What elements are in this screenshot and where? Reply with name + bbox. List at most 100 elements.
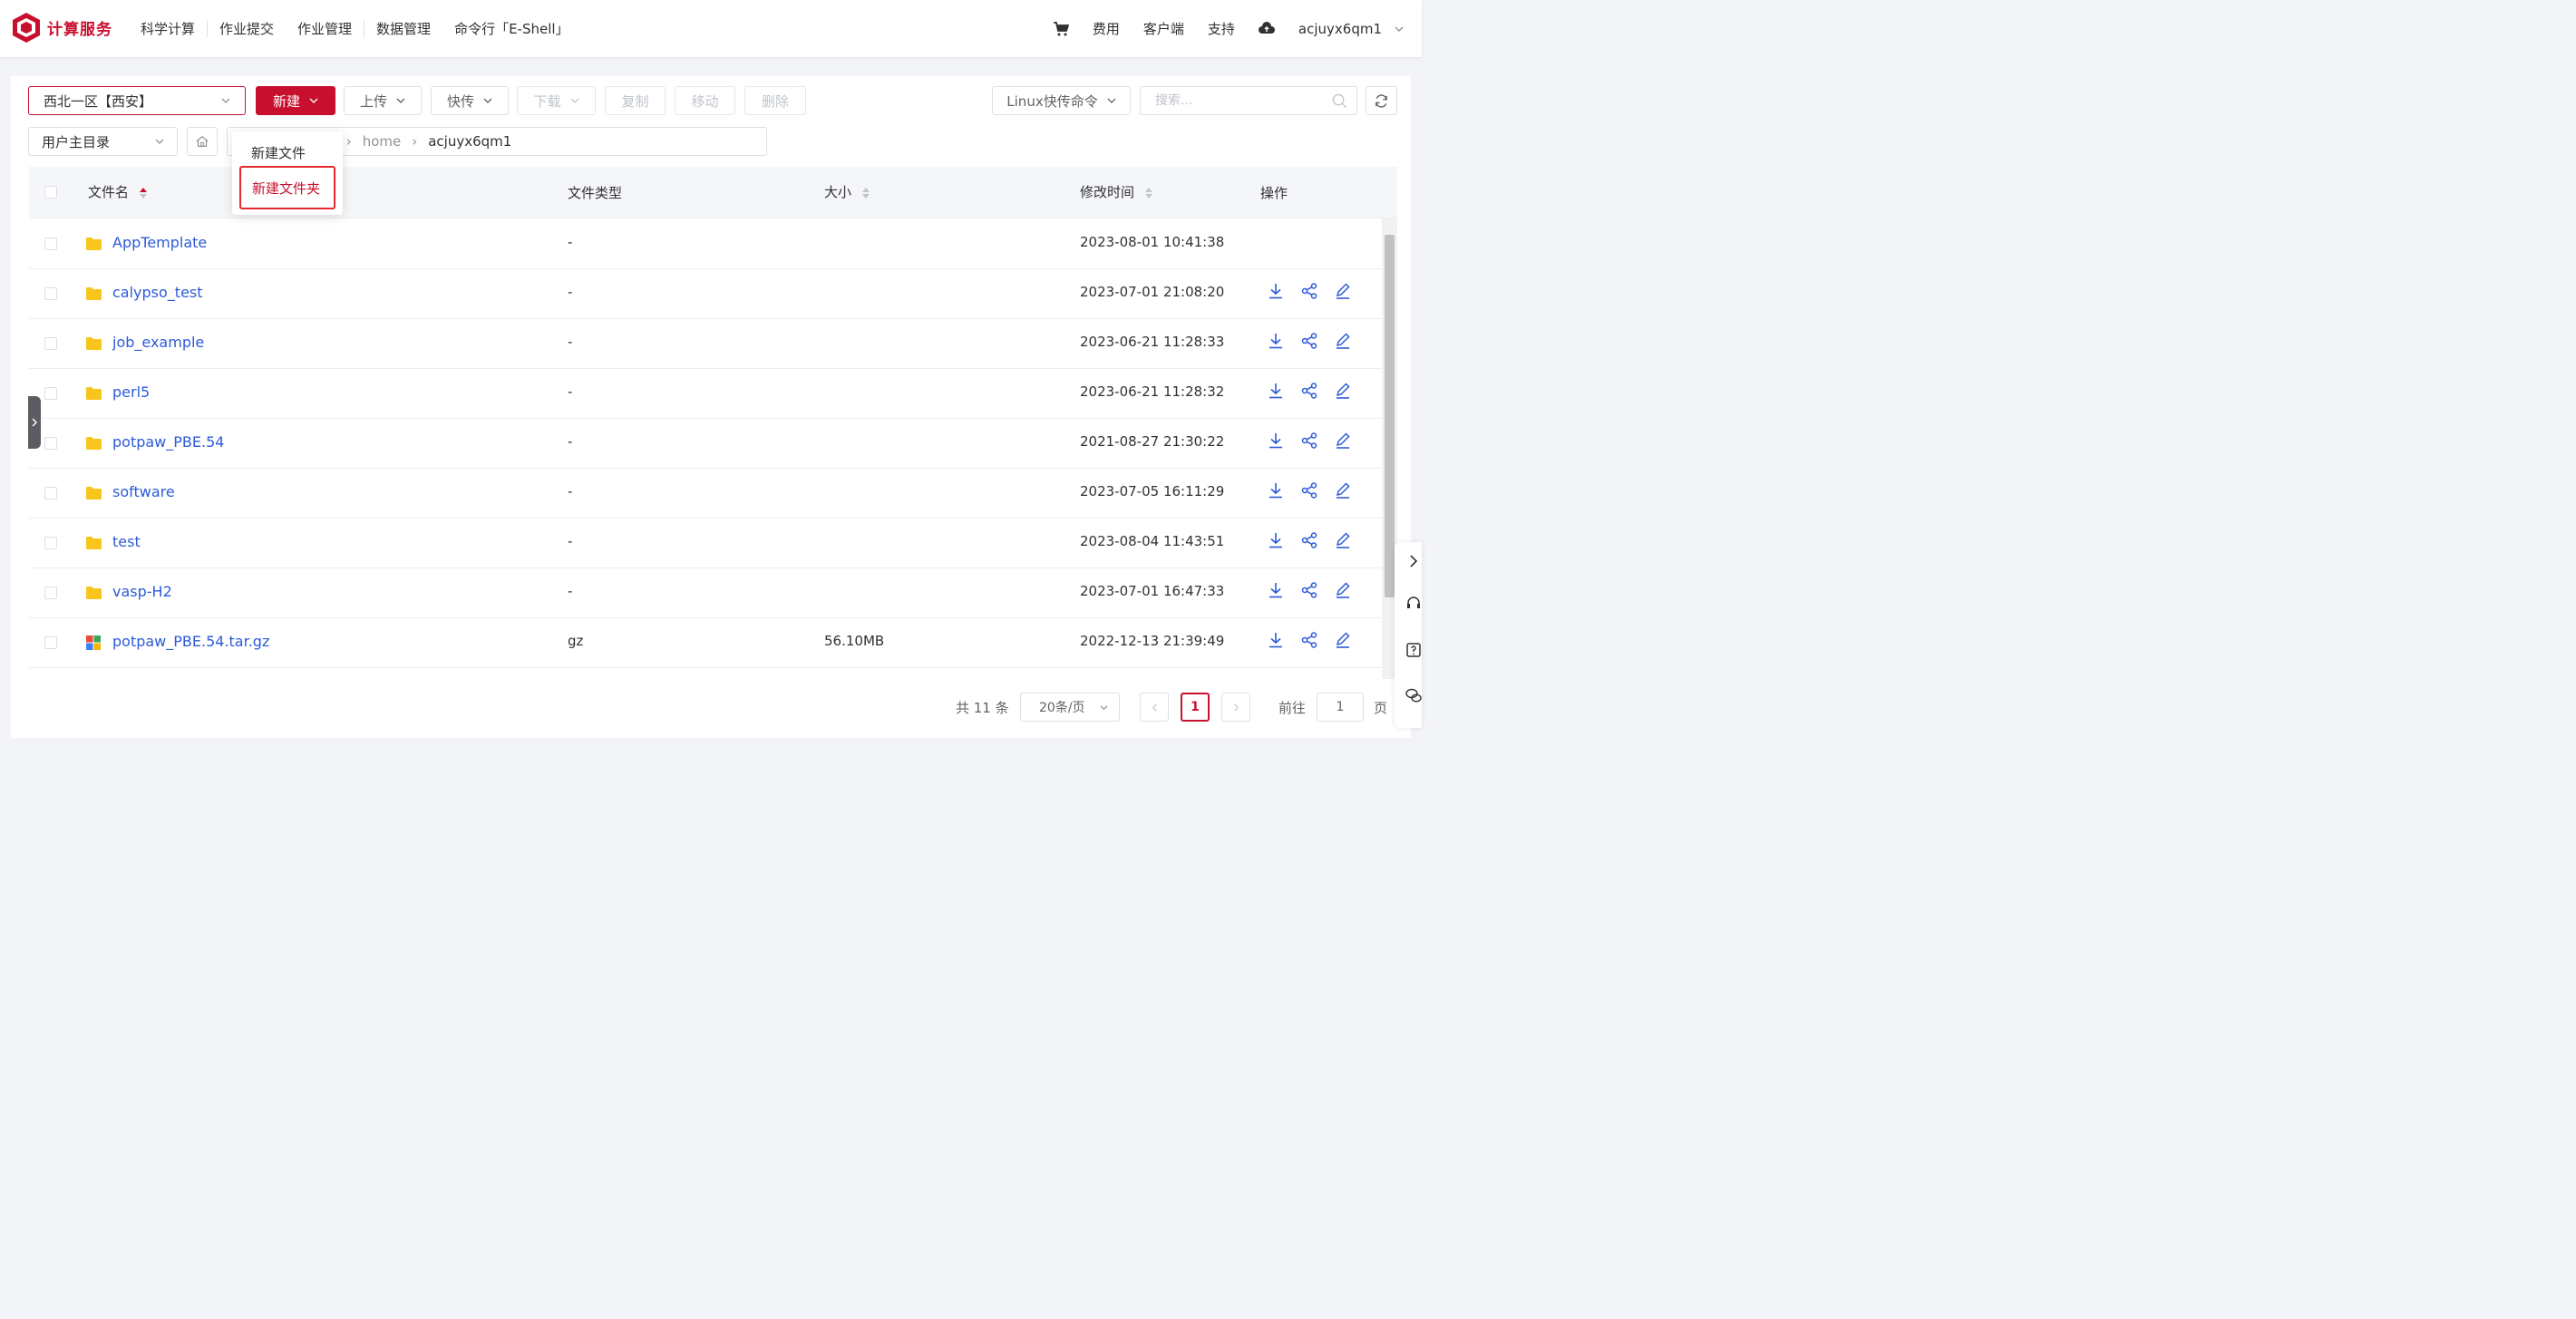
cart-icon[interactable] [1053,21,1069,37]
chevron-right-icon[interactable] [1405,553,1422,569]
download-icon[interactable] [1267,382,1285,400]
next-page-button[interactable] [1221,693,1250,722]
nav-item-eshell[interactable]: 命令行「E-Shell」 [442,19,580,38]
edit-icon[interactable] [1334,282,1352,300]
file-name-link[interactable]: job_example [112,334,204,351]
file-name-link[interactable]: software [112,483,175,500]
cloud-upload-icon[interactable] [1258,21,1275,37]
table-row[interactable]: calypso_test - 2023-07-01 21:08:20 [29,268,1383,319]
page-number-current[interactable]: 1 [1181,693,1210,722]
share-icon[interactable] [1300,282,1318,300]
share-icon[interactable] [1300,531,1318,549]
headset-icon[interactable] [1405,595,1422,611]
download-icon[interactable] [1267,631,1285,649]
edit-icon[interactable] [1334,432,1352,450]
column-header-size[interactable]: 大小 [824,182,870,201]
sidebar-toggle[interactable] [28,396,41,449]
chevron-down-icon[interactable] [1395,24,1404,34]
edit-icon[interactable] [1334,481,1352,499]
table-row[interactable]: job_example - 2023-06-21 11:28:33 [29,318,1383,369]
file-name-link[interactable]: vasp-H2 [112,583,172,600]
table-row[interactable]: potpaw_PBE.54 - 2021-08-27 21:30:22 [29,418,1383,469]
share-icon[interactable] [1300,481,1318,499]
table-row[interactable]: AppTemplate - 2023-08-01 10:41:38 [29,218,1383,269]
region-select[interactable]: 西北一区【西安】 [28,86,246,115]
nav-item-scientific-computing[interactable]: 科学计算 [129,19,207,38]
share-icon[interactable] [1300,631,1318,649]
row-checkbox[interactable] [44,238,57,250]
goto-page-input[interactable]: 1 [1317,693,1364,722]
file-name-link[interactable]: calypso_test [112,284,203,301]
download-button[interactable]: 下载 [517,86,596,115]
table-row[interactable]: vasp-H2 - 2023-07-01 16:47:33 [29,567,1383,618]
row-checkbox[interactable] [44,337,57,350]
sort-icon[interactable] [861,187,870,199]
nav-item-job-submit[interactable]: 作业提交 [208,19,286,38]
nav-item-job-manage[interactable]: 作业管理 [286,19,364,38]
copy-button[interactable]: 复制 [605,86,666,115]
share-icon[interactable] [1300,432,1318,450]
nav-support[interactable]: 支持 [1208,19,1235,38]
column-header-name[interactable]: 文件名 [88,182,148,201]
move-button[interactable]: 移动 [675,86,735,115]
edit-icon[interactable] [1334,531,1352,549]
row-checkbox[interactable] [44,387,57,400]
delete-button[interactable]: 删除 [744,86,806,115]
file-name-link[interactable]: AppTemplate [112,234,207,251]
download-icon[interactable] [1267,531,1285,549]
download-icon[interactable] [1267,481,1285,499]
edit-icon[interactable] [1334,382,1352,400]
menu-item-new-file[interactable]: 新建文件 [232,136,343,169]
refresh-button[interactable] [1366,86,1397,115]
edit-icon[interactable] [1334,332,1352,350]
select-all-checkbox[interactable] [44,186,57,199]
menu-item-new-folder[interactable]: 新建文件夹 [239,166,335,209]
file-name-link[interactable]: test [112,533,141,550]
page-size-select[interactable]: 20条/页 [1020,693,1120,722]
share-icon[interactable] [1300,332,1318,350]
root-dir-select[interactable]: 用户主目录 [28,127,178,156]
new-button[interactable]: 新建 [256,86,335,115]
file-name-link[interactable]: perl5 [112,383,150,401]
search-input[interactable] [1153,87,1320,114]
share-icon[interactable] [1300,382,1318,400]
column-header-mtime[interactable]: 修改时间 [1080,182,1153,201]
user-menu[interactable]: acjuyx6qm1 [1298,21,1382,37]
brand-logo[interactable]: 计算服务 [11,11,112,44]
linux-command-button[interactable]: Linux快传命令 [992,86,1131,115]
home-button[interactable] [187,127,218,156]
prev-page-button[interactable] [1140,693,1169,722]
breadcrumb-segment[interactable]: home [363,133,402,150]
table-row[interactable]: test - 2023-08-04 11:43:51 [29,518,1383,568]
download-icon[interactable] [1267,432,1285,450]
upload-button[interactable]: 上传 [344,86,422,115]
row-checkbox[interactable] [44,587,57,599]
table-row[interactable]: perl5 - 2023-06-21 11:28:32 [29,368,1383,419]
row-checkbox[interactable] [44,537,57,549]
help-icon[interactable] [1405,642,1422,658]
table-row[interactable]: software - 2023-07-05 16:11:29 [29,468,1383,519]
download-icon[interactable] [1267,581,1285,599]
row-checkbox[interactable] [44,287,57,300]
table-row[interactable]: potpaw_PBE.54.tar.gz gz 56.10MB 2022-12-13 … [29,617,1383,668]
search-icon[interactable] [1332,93,1347,109]
sort-icon[interactable] [1144,187,1153,199]
download-icon[interactable] [1267,282,1285,300]
row-checkbox[interactable] [44,437,57,450]
chat-icon[interactable] [1405,687,1422,703]
share-icon[interactable] [1300,581,1318,599]
file-name-link[interactable]: potpaw_PBE.54 [112,433,224,451]
edit-icon[interactable] [1334,581,1352,599]
nav-client[interactable]: 客户端 [1143,19,1184,38]
nav-item-data-manage[interactable]: 数据管理 [365,19,442,38]
file-name-link[interactable]: potpaw_PBE.54.tar.gz [112,633,269,650]
sort-icon[interactable] [139,187,148,199]
row-actions [1267,282,1367,300]
row-checkbox[interactable] [44,487,57,499]
scrollbar-thumb[interactable] [1385,235,1395,597]
edit-icon[interactable] [1334,631,1352,649]
nav-fees[interactable]: 费用 [1093,19,1120,38]
row-checkbox[interactable] [44,636,57,649]
fast-transfer-button[interactable]: 快传 [431,86,509,115]
download-icon[interactable] [1267,332,1285,350]
